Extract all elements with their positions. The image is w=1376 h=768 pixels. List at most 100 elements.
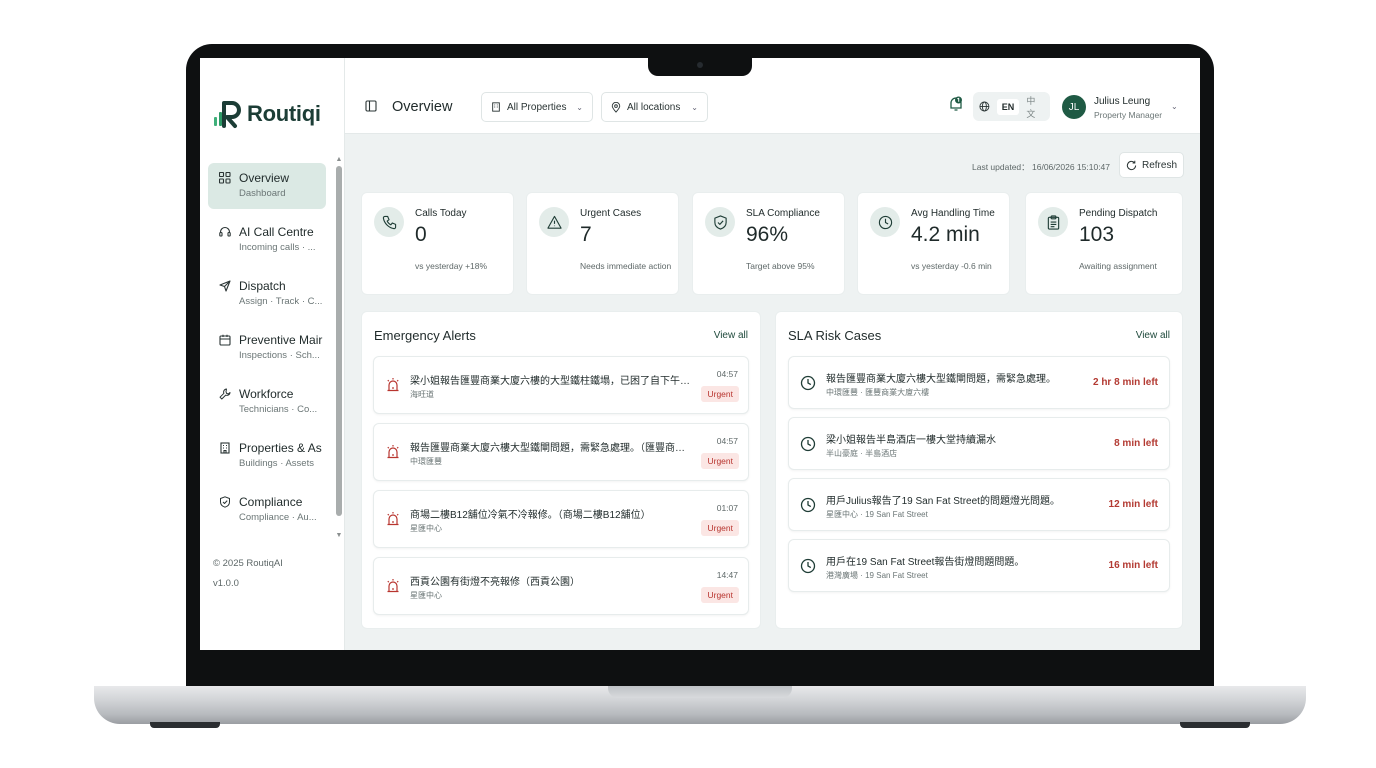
panel-title: SLA Risk Cases [788,328,882,343]
sidebar-item-label: Preventive Mair [239,333,323,347]
sla-time-left: 16 min left [1108,560,1158,571]
avatar[interactable]: JL [1062,95,1086,119]
language-switcher[interactable]: EN 中文 [973,92,1050,121]
chevron-down-icon[interactable]: ⌄ [1171,102,1178,111]
laptop-base [94,686,1306,724]
sidebar-scrollbar[interactable]: ▲ ▼ [335,156,343,540]
sidebar-item-compliance[interactable]: Compliance Compliance · Au... [208,487,326,533]
alert-time: 04:57 [716,369,738,379]
routiqi-logo-icon [214,101,241,128]
alert-row[interactable]: 梁小姐報告匯豐商業大廈六樓的大型鐵柱鐵塌，已困了自下午三時起... 海旺道 04… [373,356,749,414]
alert-location: 星匯中心 [410,591,442,600]
properties-filter[interactable]: All Properties ⌄ [481,92,593,122]
sidebar-nav: Overview Dashboard AI Call Centre Incomi… [208,163,326,541]
stat-icon [1038,207,1068,237]
sidebar-item-sub: Dashboard [239,188,286,199]
alert-row[interactable]: 西貢公園有街燈不亮報修（西貢公園） 星匯中心 14:47 Urgent [373,557,749,615]
locations-filter-label: All locations [627,101,681,113]
alert-location: 星匯中心 [410,524,442,533]
stat-title: Calls Today [415,208,467,219]
alert-time: 04:57 [716,436,738,446]
stat-card-urgent-cases[interactable]: Urgent Cases 7 Needs immediate action [526,192,679,295]
sidebar-item-dispatch[interactable]: Dispatch Assign · Track · C... [208,271,326,317]
urgent-badge: Urgent [701,587,739,603]
sidebar-item-workforce[interactable]: Workforce Technicians · Co... [208,379,326,425]
sidebar-item-preventive-maintenance[interactable]: Preventive Mair Inspections · Sch... [208,325,326,371]
alert-row[interactable]: 商場二樓B12舖位冷氣不冷報修。（商場二樓B12舖位） 星匯中心 01:07 U… [373,490,749,548]
stat-value: 0 [415,223,427,246]
siren-icon [387,512,399,526]
locations-filter[interactable]: All locations ⌄ [601,92,708,122]
scrollbar-thumb[interactable] [336,166,342,516]
scroll-up-icon[interactable]: ▲ [335,156,343,164]
wrench-icon [219,388,231,400]
sla-risk-row[interactable]: 梁小姐報告半島酒店一樓大堂持續漏水 半山豪庭 · 半島酒店 8 min left [788,417,1170,470]
sidebar-item-sub: Technicians · Co... [239,404,318,415]
sla-risk-row[interactable]: 報告匯豐商業大廈六樓大型鐵閘問題，需緊急處理。 中環匯豐 · 匯豐商業大廈六樓 … [788,356,1170,409]
stat-card-avg-handling-time[interactable]: Avg Handling Time 4.2 min vs yesterday -… [857,192,1010,295]
send-icon [219,280,231,292]
sla-risk-row[interactable]: 用戶在19 San Fat Street報告街燈問題問題。 港灣廣場 · 19 … [788,539,1170,592]
sla-time-left: 12 min left [1108,499,1158,510]
stat-card-calls-today[interactable]: Calls Today 0 vs yesterday +18% [361,192,514,295]
refresh-icon [1126,160,1137,170]
sla-time-left: 2 hr 8 min left [1092,377,1158,388]
urgent-badge: Urgent [701,453,739,469]
building-icon [220,442,230,454]
laptop-lip [608,686,792,698]
headset-icon [219,226,231,237]
notification-bell-icon[interactable] [948,96,964,112]
refresh-label: Refresh [1141,159,1177,171]
refresh-button[interactable]: Refresh [1119,152,1184,178]
sidebar-toggle-icon[interactable] [365,100,377,112]
user-name[interactable]: Julius Leung [1094,96,1150,107]
sla-case-location: 半山豪庭 · 半島酒店 [826,449,898,458]
sla-case-title: 梁小姐報告半島酒店一樓大堂持續漏水 [826,435,996,446]
emergency-alerts-panel: Emergency Alerts View all 梁小姐報告匯豐商業大廈六樓的… [361,311,761,629]
alert-title: 西貢公園有街燈不亮報修（西貢公園） [410,577,580,588]
sidebar-item-label: Workforce [239,387,294,401]
sidebar-item-sub: Assign · Track · C... [239,296,323,307]
stat-icon [870,207,900,237]
sidebar-item-sub: Incoming calls · ... [239,242,316,253]
building-icon [492,102,500,112]
camera-icon [697,62,703,68]
stat-value: 103 [1079,223,1115,246]
panel-title: Emergency Alerts [374,328,476,343]
clock-icon [800,497,816,513]
sidebar: Routiqi Overview Dashboard AI Call Centr… [200,58,345,650]
sidebar-item-properties-assets[interactable]: Properties & As Buildings · Assets [208,433,326,479]
urgent-badge: Urgent [701,520,739,536]
stat-card-sla-compliance[interactable]: SLA Compliance 96% Target above 95% [692,192,845,295]
clock-icon [800,375,816,391]
lang-zh-option[interactable]: 中文 [1026,94,1044,120]
logo[interactable]: Routiqi [213,98,321,130]
lang-en-option[interactable]: EN [996,98,1020,115]
sidebar-item-ai-call-centre[interactable]: AI Call Centre Incoming calls · ... [208,217,326,263]
alert-time: 01:07 [716,503,738,513]
sla-view-all-link[interactable]: View all [1136,330,1170,341]
clock-icon [800,558,816,574]
stat-note: vs yesterday -0.6 min [911,261,992,271]
alert-title: 商場二樓B12舖位冷氣不冷報修。（商場二樓B12舖位） [410,510,651,521]
sidebar-item-overview[interactable]: Overview Dashboard [208,163,326,209]
scroll-down-icon[interactable]: ▼ [335,532,343,540]
alert-title: 梁小姐報告匯豐商業大廈六樓的大型鐵柱鐵塌，已困了自下午三時起... [410,376,692,387]
sla-case-location: 中環匯豐 · 匯豐商業大廈六樓 [826,388,930,397]
user-role: Property Manager [1094,110,1163,120]
laptop-chin [186,650,1214,686]
sla-risk-panel: SLA Risk Cases View all 報告匯豐商業大廈六樓大型鐵閘問題… [775,311,1183,629]
sla-case-location: 港灣廣場 · 19 San Fat Street [826,571,928,580]
alert-time: 14:47 [716,570,738,580]
clock-icon [800,436,816,452]
stat-icon [539,207,569,237]
alert-location: 中環匯豐 [410,457,442,466]
alert-row[interactable]: 報告匯豐商業大廈六樓大型鐵閘問題，需緊急處理。（匯豐商業大廈... 中環匯豐 0… [373,423,749,481]
sla-risk-row[interactable]: 用戶Julius報告了19 San Fat Street的問題燈光問題。 星匯中… [788,478,1170,531]
alerts-view-all-link[interactable]: View all [714,330,748,341]
sla-case-location: 星匯中心 · 19 San Fat Street [826,510,928,519]
stat-note: Needs immediate action [580,261,672,271]
phone-icon [382,215,396,229]
stat-card-pending-dispatch[interactable]: Pending Dispatch 103 Awaiting assignment [1025,192,1183,295]
stat-note: Target above 95% [746,261,815,271]
